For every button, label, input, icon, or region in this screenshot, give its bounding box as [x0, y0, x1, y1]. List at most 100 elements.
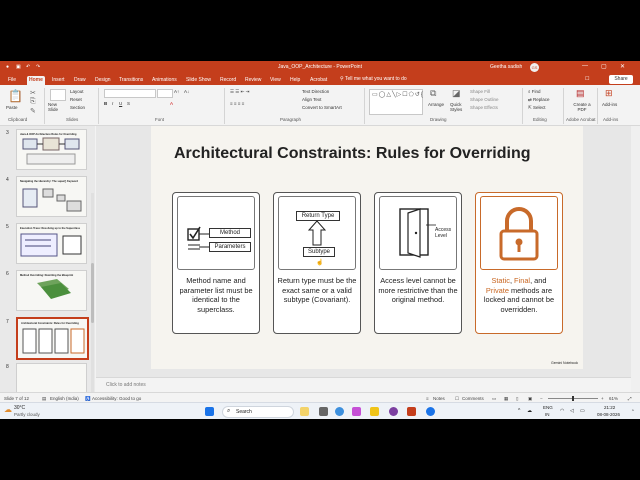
- notification-icon[interactable]: ◔: [631, 408, 634, 414]
- convert-smartart-button[interactable]: Convert to SmartArt: [302, 105, 342, 110]
- comments-button[interactable]: Comments: [462, 396, 484, 401]
- section-button[interactable]: Section: [70, 105, 85, 110]
- new-slide-icon[interactable]: [50, 89, 66, 101]
- shape-outline-button[interactable]: Shape Outline: [470, 97, 499, 102]
- slide-thumbnail[interactable]: Method Overriding: Rewriting the Bluepri…: [16, 270, 87, 311]
- align-text-button[interactable]: Align Text: [302, 97, 321, 102]
- comments-icon[interactable]: ☐: [585, 76, 589, 82]
- tab-design[interactable]: Design: [93, 76, 113, 85]
- clock-date[interactable]: 08-08-2026: [597, 412, 620, 417]
- replace-button[interactable]: ⇄ Replace: [528, 97, 550, 103]
- notes-button[interactable]: Notes: [433, 396, 445, 401]
- layout-button[interactable]: Layout: [70, 89, 84, 94]
- notes-icon[interactable]: ≡: [426, 396, 429, 401]
- zoom-in-icon[interactable]: +: [601, 396, 604, 401]
- user-name[interactable]: Geetha sadish: [490, 64, 522, 70]
- tab-insert[interactable]: Insert: [50, 76, 67, 85]
- rule-card-signature[interactable]: Method Parameters Method name and parame…: [172, 192, 260, 334]
- volume-icon[interactable]: ◁: [570, 408, 574, 414]
- copy-icon[interactable]: ⎘: [30, 98, 36, 106]
- landscape-app-icon[interactable]: [300, 407, 309, 416]
- font-color-icon[interactable]: A: [170, 101, 173, 106]
- battery-icon[interactable]: ▭: [580, 408, 585, 414]
- language-code[interactable]: ENG: [543, 405, 553, 410]
- copilot-icon[interactable]: [352, 407, 361, 416]
- tab-animations[interactable]: Animations: [150, 76, 179, 85]
- slide-thumbnail[interactable]: [16, 363, 87, 394]
- rule-card-return-type[interactable]: Return Type Subtype ☝ Return type must b…: [273, 192, 361, 334]
- slide-vertical-scrollbar[interactable]: [631, 126, 640, 392]
- add-ins-button[interactable]: Add-ins: [602, 102, 617, 107]
- align-icon[interactable]: ≡ ≡ ≡ ≡: [230, 101, 244, 106]
- text-direction-button[interactable]: Text Direction: [302, 89, 329, 94]
- zoom-out-icon[interactable]: −: [540, 396, 543, 401]
- font-name-input[interactable]: [104, 89, 156, 98]
- quick-styles-icon[interactable]: ◪: [452, 88, 461, 99]
- minimize-icon[interactable]: —: [582, 63, 588, 69]
- font-size-up-icon[interactable]: A↑: [174, 89, 179, 94]
- format-painter-icon[interactable]: ✎: [30, 107, 36, 115]
- slide-thumbnail[interactable]: Java & OOP Architecture Rules for Overri…: [16, 129, 87, 170]
- create-pdf-button[interactable]: Create a PDF: [571, 102, 593, 112]
- maximize-icon[interactable]: ▢: [601, 63, 607, 70]
- new-slide-button[interactable]: New Slide: [48, 102, 66, 112]
- shape-fill-button[interactable]: Shape Fill: [470, 89, 490, 94]
- chrome-icon[interactable]: [426, 407, 435, 416]
- slide-title[interactable]: Architectural Constraints: Rules for Ove…: [174, 145, 574, 163]
- language-region[interactable]: IN: [545, 412, 550, 417]
- slide-thumbnail[interactable]: Execution Trace: Resolving up to the Sup…: [16, 223, 87, 264]
- tab-review[interactable]: Review: [243, 76, 263, 85]
- share-button[interactable]: Share: [609, 75, 633, 84]
- bullets-icon[interactable]: ☰ ☰ ⇤ ⇥: [230, 89, 249, 95]
- tab-acrobat[interactable]: Acrobat: [308, 76, 329, 85]
- zoom-slider-thumb[interactable]: [572, 396, 574, 401]
- windows-start-icon[interactable]: [205, 407, 214, 416]
- wifi-icon[interactable]: ◠: [560, 408, 564, 414]
- font-size-input[interactable]: [157, 89, 173, 98]
- slide-thumbnail[interactable]: Navigating the Hierarchy: The super() Ke…: [16, 176, 87, 217]
- shape-effects-button[interactable]: Shape Effects: [470, 105, 498, 110]
- font-size-down-icon[interactable]: A↓: [184, 89, 189, 94]
- find-button[interactable]: ⌕ Find: [528, 89, 541, 94]
- reset-button[interactable]: Reset: [70, 97, 82, 102]
- edge-icon[interactable]: [335, 407, 344, 416]
- arrange-button[interactable]: Arrange: [428, 102, 444, 107]
- paste-icon[interactable]: 📋: [8, 89, 23, 103]
- tab-file[interactable]: File: [6, 76, 18, 85]
- add-ins-icon[interactable]: ⊞: [605, 88, 613, 99]
- cut-icon[interactable]: ✂: [30, 89, 36, 97]
- accessibility-status[interactable]: Accessibility: Good to go: [92, 396, 141, 401]
- fit-slide-icon[interactable]: ⤢: [628, 396, 632, 401]
- tab-draw[interactable]: Draw: [72, 76, 88, 85]
- strikethrough-icon[interactable]: S: [127, 101, 130, 106]
- tab-slide-show[interactable]: Slide Show: [184, 76, 213, 85]
- close-icon[interactable]: ✕: [620, 63, 625, 70]
- cloud-icon[interactable]: ☁: [527, 408, 532, 414]
- tell-me-search[interactable]: ⚲ Tell me what you want to do: [340, 76, 407, 82]
- file-explorer-icon[interactable]: [370, 407, 379, 416]
- notes-pane[interactable]: Click to add notes: [96, 377, 631, 393]
- thumbnail-scrollbar[interactable]: [91, 193, 94, 419]
- tab-view[interactable]: View: [268, 76, 283, 85]
- taskbar-search-box[interactable]: ⌕ Search: [222, 406, 294, 418]
- rule-card-locked[interactable]: Static, Final, and Private methods are l…: [475, 192, 563, 334]
- weather-desc[interactable]: Partly cloudy: [14, 412, 40, 417]
- tab-help[interactable]: Help: [288, 76, 302, 85]
- clock-time[interactable]: 21:22: [604, 405, 615, 410]
- weather-icon[interactable]: ☁: [4, 405, 12, 414]
- zoom-level[interactable]: 61%: [609, 396, 618, 401]
- task-view-icon[interactable]: [319, 407, 328, 416]
- tab-record[interactable]: Record: [218, 76, 238, 85]
- rule-card-access-level[interactable]: Access Level Access level cannot be more …: [374, 192, 462, 334]
- tab-transitions[interactable]: Transitions: [117, 76, 145, 85]
- paste-button[interactable]: Paste: [6, 105, 18, 110]
- zoom-slider[interactable]: [548, 396, 598, 401]
- avatar[interactable]: GS: [530, 63, 539, 72]
- create-pdf-icon[interactable]: ▤: [576, 88, 585, 99]
- shapes-gallery[interactable]: ▭◯△╲▷☐⬠↺{: [369, 89, 423, 115]
- quick-styles-button[interactable]: Quick Styles: [450, 102, 464, 112]
- select-button[interactable]: ⇱ Select: [528, 105, 546, 111]
- tray-chevron-icon[interactable]: ^: [518, 408, 520, 414]
- bold-icon[interactable]: B: [104, 101, 107, 106]
- powerpoint-icon[interactable]: [407, 407, 416, 416]
